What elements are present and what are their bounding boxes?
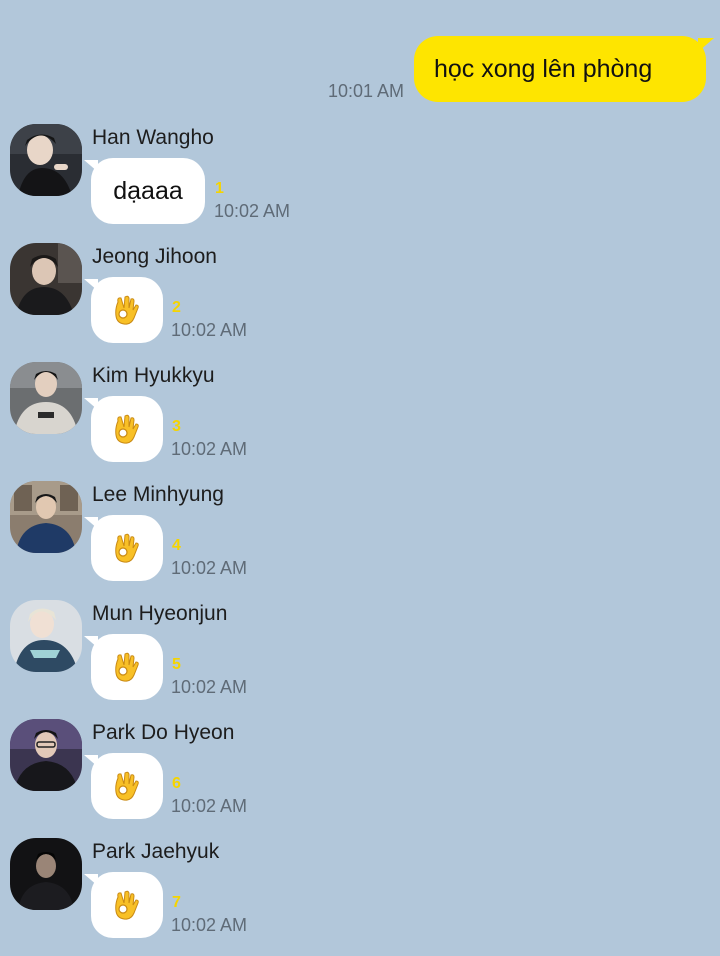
message-timestamp: 10:02 AM [171,915,248,935]
sender-name: Park Do Hyeon [92,721,235,744]
ok-hand-emoji-icon [115,890,139,920]
message-bubble[interactable] [84,396,163,462]
sender-name: Jeong Jihoon [92,245,217,268]
unread-count: 7 [172,894,181,911]
unread-count: 2 [172,299,181,316]
ok-hand-emoji-icon [115,533,139,563]
message-row: Lee Minhyung 4 10:02 AM [10,481,710,599]
avatar[interactable] [10,243,82,315]
message-bubble[interactable] [84,515,163,581]
message-row: Han Wangho dạaaa 1 10:02 AM [10,124,710,242]
message-row: Mun Hyeonjun 5 10:02 AM [10,600,710,718]
message-timestamp: 10:02 AM [171,677,248,697]
unread-count: 1 [215,180,224,197]
message-bubble[interactable] [84,872,163,938]
message-row: Kim Hyukkyu 3 10:02 AM [10,362,710,480]
ok-hand-emoji-icon [115,414,139,444]
chat-room: 10:01 AM học xong lên phòng Han Wangho d… [0,0,720,956]
message-bubble[interactable] [84,634,163,700]
message-bubble[interactable] [84,277,163,343]
message-timestamp: 10:02 AM [171,796,248,816]
sender-name: Mun Hyeonjun [92,602,228,625]
message-row: Park Jaehyuk 7 10:02 AM [10,838,710,956]
unread-count: 3 [172,418,181,435]
message-bubble[interactable] [84,753,163,819]
avatar[interactable] [10,719,82,791]
message-timestamp: 10:02 AM [171,320,248,340]
outgoing-message: 10:01 AM học xong lên phòng [327,36,714,102]
outgoing-bubble[interactable]: học xong lên phòng [414,36,714,102]
unread-count: 6 [172,775,181,792]
unread-count: 5 [172,656,181,673]
avatar[interactable] [10,838,82,910]
message-timestamp: 10:02 AM [171,558,248,578]
message-timestamp: 10:02 AM [171,439,248,459]
message-bubble[interactable]: dạaaa [84,158,205,224]
sender-name: Lee Minhyung [92,483,224,506]
ok-hand-emoji-icon [115,295,139,325]
avatar[interactable] [10,362,82,434]
message-timestamp: 10:02 AM [214,201,291,221]
avatar[interactable] [10,124,82,196]
ok-hand-emoji-icon [115,652,139,682]
sender-name: Kim Hyukkyu [92,364,215,387]
ok-hand-emoji-icon [115,771,139,801]
sender-name: Han Wangho [92,126,214,149]
unread-count: 4 [172,537,181,554]
message-row: Park Do Hyeon 6 10:02 AM [10,719,710,837]
sender-name: Park Jaehyuk [92,840,220,863]
outgoing-timestamp: 10:01 AM [327,81,404,101]
avatar[interactable] [10,600,82,672]
message-row: Jeong Jihoon 2 10:02 AM [10,243,710,361]
avatar[interactable] [10,481,82,553]
